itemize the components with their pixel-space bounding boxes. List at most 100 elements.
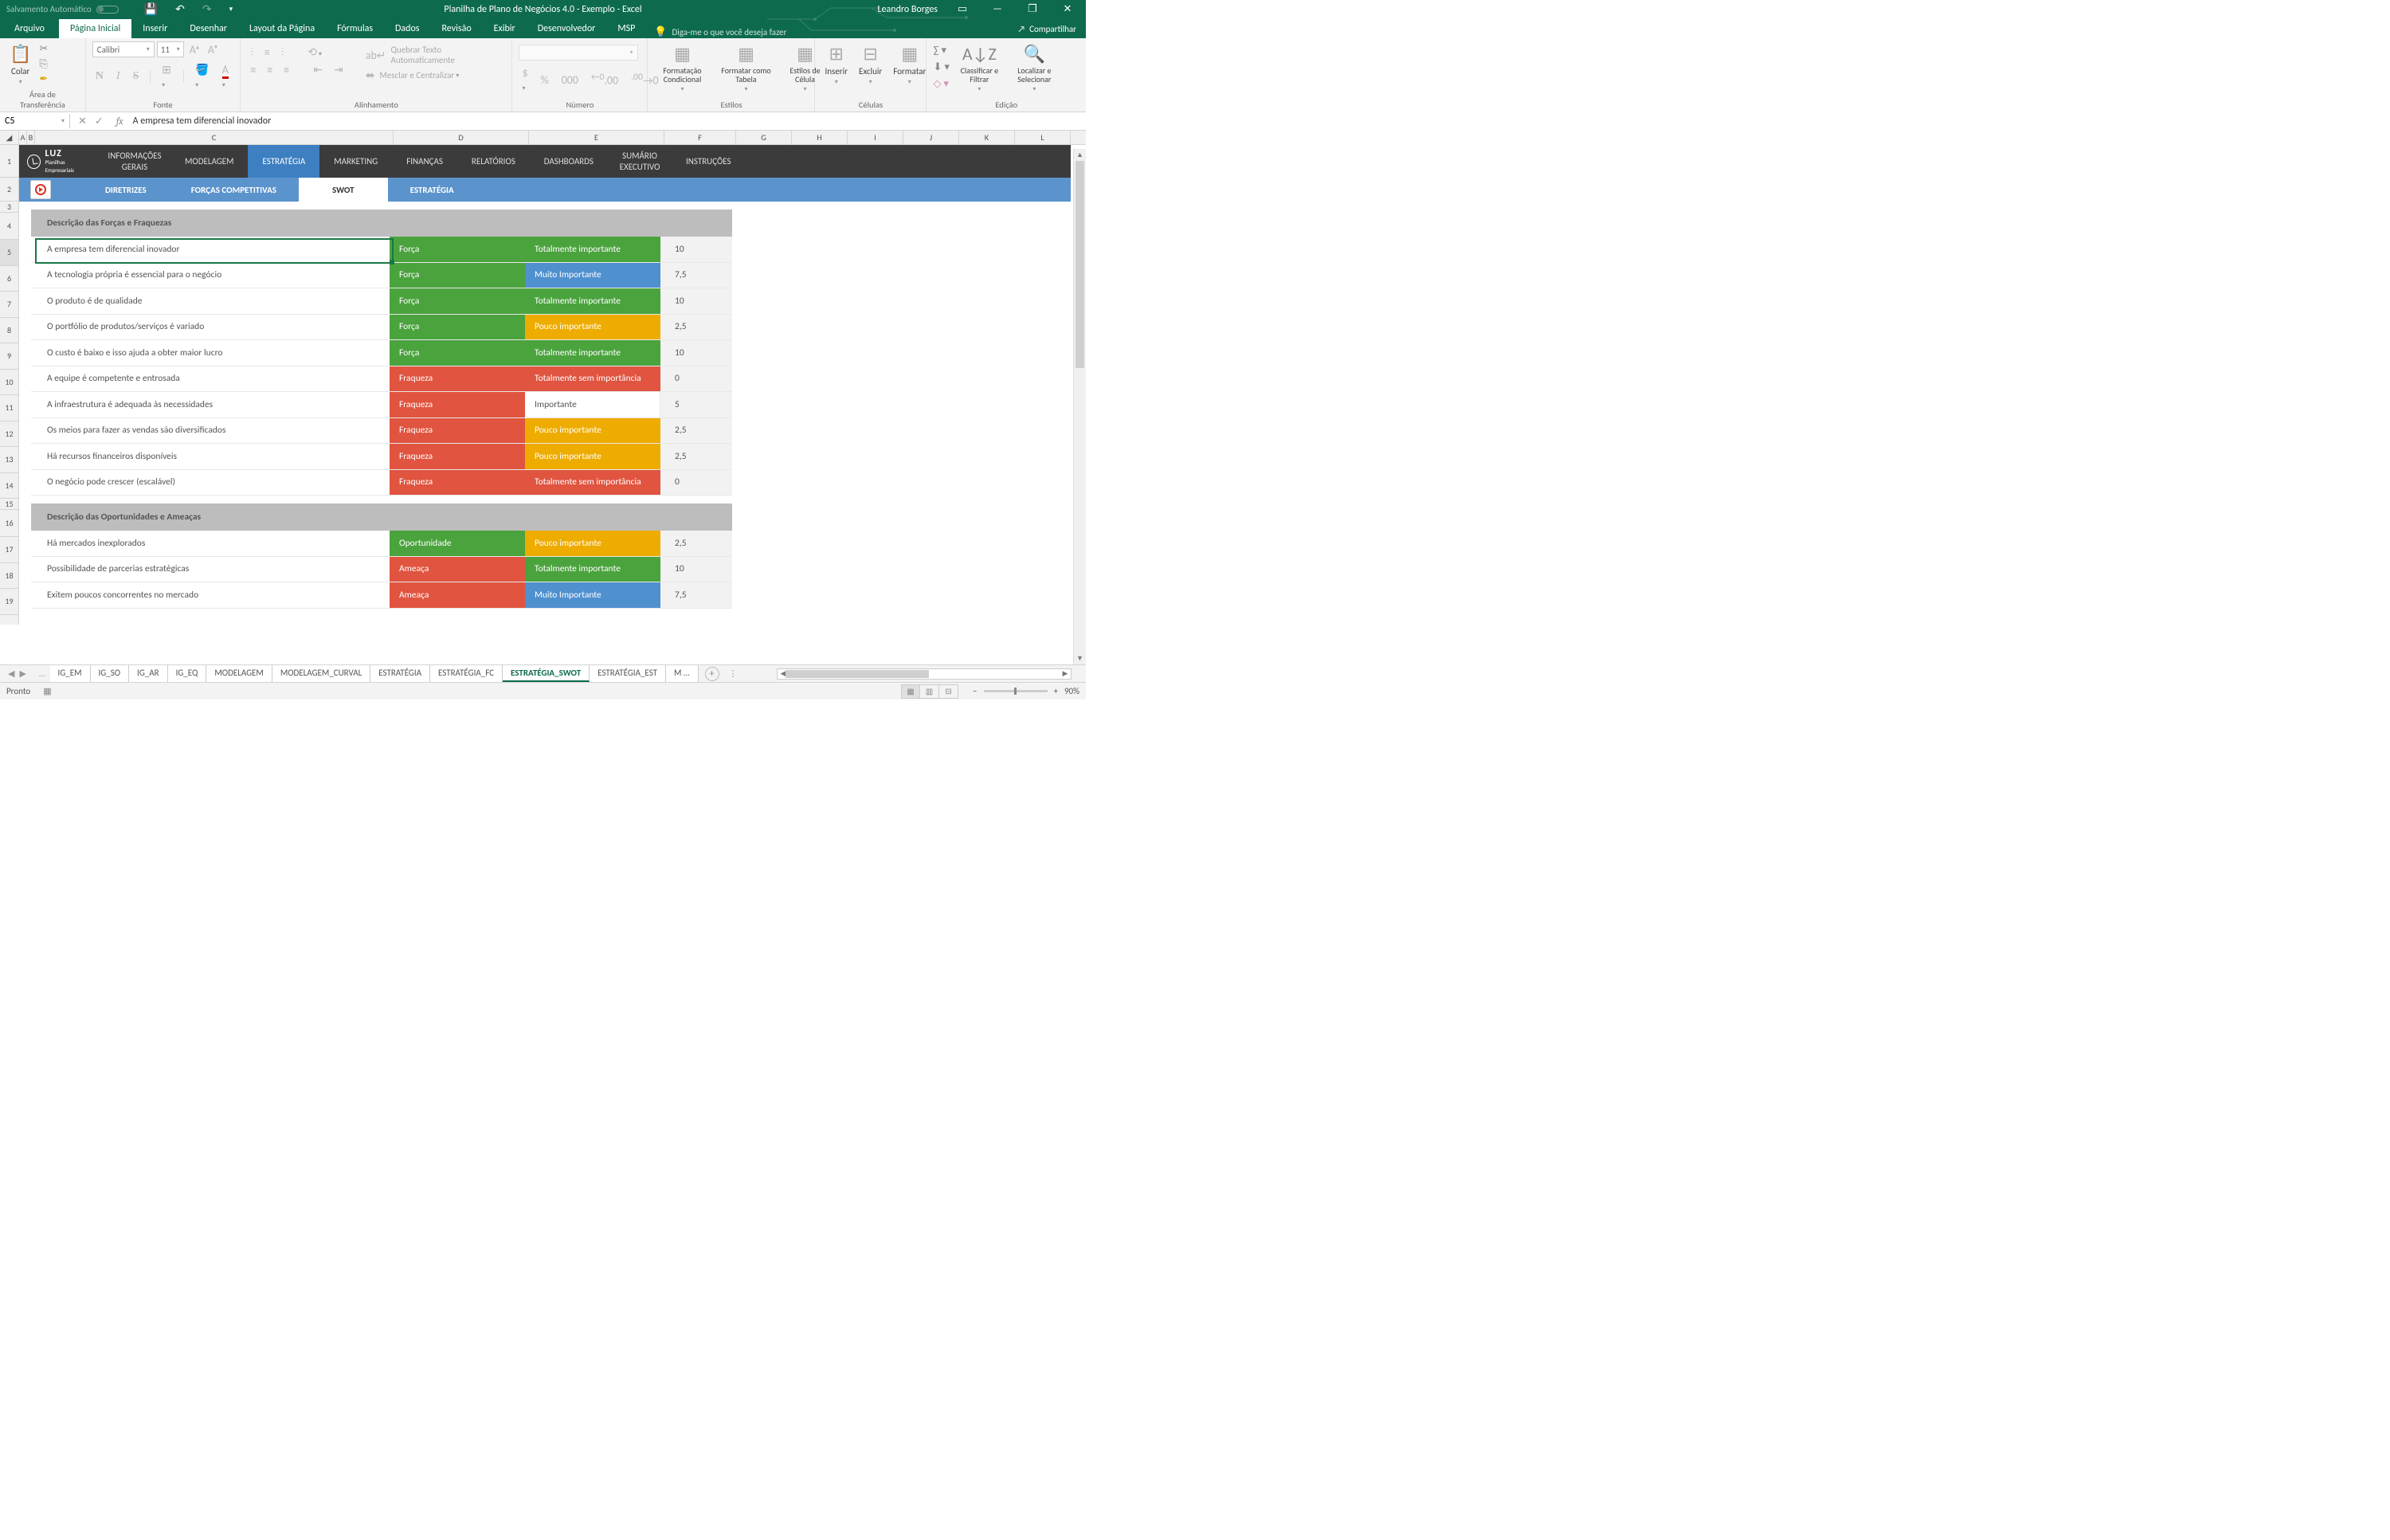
autosum-icon[interactable]: ∑ ▾ [933, 45, 949, 57]
swot-importance[interactable]: Pouco importante [525, 531, 660, 556]
swot-importance[interactable]: Totalmente sem importância [525, 366, 660, 392]
scroll-up-icon[interactable]: ▲ [1074, 149, 1086, 161]
zoom-slider[interactable] [984, 690, 1048, 692]
nav-informacoes-gerais[interactable]: INFORMAÇÕES GERAIS [99, 145, 170, 178]
subnav-estrategia[interactable]: ESTRATÉGIA [388, 178, 476, 202]
format-painter-icon[interactable]: ✒ [39, 73, 48, 85]
cancel-formula-icon[interactable]: ✕ [78, 116, 87, 127]
row-header[interactable]: 3 [0, 202, 18, 213]
subnav-swot[interactable]: SWOT [299, 178, 388, 202]
merge-center-button[interactable]: ⬌ Mesclar e Centralizar [362, 68, 506, 83]
play-tutorial-button[interactable] [30, 180, 51, 199]
swot-description[interactable]: O produto é de qualidade [31, 288, 390, 314]
sheet-tab[interactable]: MODELAGEM [206, 665, 272, 682]
sheet-tab[interactable]: IG_EM [50, 665, 91, 682]
sheet-tab[interactable]: IG_AR [129, 665, 168, 682]
sheet-tab[interactable]: IG_SO [91, 665, 130, 682]
swot-importance[interactable]: Totalmente importante [525, 557, 660, 582]
col-header[interactable]: I [848, 131, 903, 144]
swot-importance[interactable]: Totalmente importante [525, 237, 660, 262]
fill-color-icon[interactable]: 🪣 [192, 62, 213, 91]
decrease-indent-icon[interactable]: ⇤ [310, 62, 326, 77]
swot-importance[interactable]: Muito Importante [525, 582, 660, 608]
swot-row[interactable]: Há recursos financeiros disponíveisFraqu… [31, 444, 732, 470]
col-header[interactable]: A [19, 131, 27, 144]
redo-icon[interactable]: ↷ [202, 2, 212, 16]
swot-row[interactable]: A equipe é competente e entrosadaFraquez… [31, 366, 732, 393]
col-header[interactable]: J [903, 131, 959, 144]
swot-description[interactable]: Possibilidade de parcerias estratégicas [31, 557, 390, 582]
swot-type[interactable]: Força [390, 237, 525, 262]
row-header[interactable]: 1 [0, 145, 18, 178]
swot-importance[interactable]: Pouco importante [525, 315, 660, 340]
borders-icon[interactable]: ⊞ [159, 62, 175, 91]
underline-icon[interactable]: S [130, 69, 143, 84]
paste-button[interactable]: 📋 Colar ▾ [6, 41, 34, 88]
swot-row[interactable]: A infraestrutura é adequada às necessida… [31, 392, 732, 418]
swot-row[interactable]: O custo é baixo e isso ajuda a obter mai… [31, 340, 732, 366]
sort-filter-button[interactable]: A↓ZClassificar e Filtrar [954, 41, 1005, 95]
copy-icon[interactable]: ⎘ [39, 58, 48, 70]
zoom-out-icon[interactable]: − [973, 686, 977, 696]
swot-description[interactable]: Exitem poucos concorrentes no mercado [31, 582, 390, 608]
tab-data[interactable]: Dados [384, 19, 430, 38]
conditional-formatting-button[interactable]: ▦Formatação Condicional [654, 41, 710, 95]
accounting-format-icon[interactable]: $ [519, 65, 531, 94]
nav-instrucoes[interactable]: INSTRUÇÕES [672, 145, 746, 178]
swot-row[interactable]: A tecnologia própria é essencial para o … [31, 263, 732, 289]
tab-msp[interactable]: MSP [606, 19, 646, 38]
font-color-icon[interactable]: A [219, 62, 234, 91]
row-header[interactable]: 17 [0, 537, 18, 563]
row-header[interactable]: 10 [0, 370, 18, 396]
hscroll-thumb[interactable] [786, 670, 929, 678]
select-all-corner[interactable]: ◢ [0, 131, 18, 145]
row-header[interactable]: 19 [0, 589, 18, 615]
increase-indent-icon[interactable]: ⇥ [331, 62, 347, 77]
align-bottom-icon[interactable]: ⫶ [278, 45, 288, 60]
swot-type[interactable]: Ameaça [390, 582, 525, 608]
col-header[interactable]: K [959, 131, 1015, 144]
swot-row[interactable]: O portfólio de produtos/serviços é varia… [31, 315, 732, 341]
swot-description[interactable]: A empresa tem diferencial inovador [31, 237, 390, 262]
swot-type[interactable]: Força [390, 263, 525, 288]
row-header[interactable]: 16 [0, 510, 18, 537]
row-header[interactable]: 8 [0, 318, 18, 344]
switch-icon[interactable] [96, 6, 119, 14]
swot-description[interactable]: Os meios para fazer as vendas são divers… [31, 418, 390, 444]
col-header[interactable]: E [529, 131, 664, 144]
swot-description[interactable]: A tecnologia própria é essencial para o … [31, 263, 390, 288]
nav-marketing[interactable]: MARKETING [319, 145, 392, 178]
sheet-tab[interactable]: ESTRATÉGIA_SWOT [503, 665, 590, 682]
swot-importance[interactable]: Totalmente importante [525, 340, 660, 366]
swot-importance[interactable]: Totalmente sem importância [525, 470, 660, 496]
autosave-toggle[interactable]: Salvamento Automático [0, 4, 125, 14]
row-header[interactable]: 13 [0, 447, 18, 473]
orientation-icon[interactable]: ⟲ [304, 45, 325, 60]
row-header[interactable]: 5 [0, 240, 18, 266]
fx-icon[interactable]: fx [112, 116, 128, 127]
nav-estrategia[interactable]: ESTRATÉGIA [248, 145, 319, 178]
row-header[interactable]: 2 [0, 178, 18, 202]
next-sheet-icon[interactable]: ▶ [19, 668, 25, 679]
swot-row[interactable]: O produto é de qualidadeForçaTotalmente … [31, 288, 732, 315]
tab-formulas[interactable]: Fórmulas [326, 19, 384, 38]
swot-description[interactable]: O custo é baixo e isso ajuda a obter mai… [31, 340, 390, 366]
horizontal-scrollbar[interactable]: ◀ ▶ [777, 668, 1072, 680]
font-name-select[interactable]: Calibri▾ [92, 41, 155, 57]
tab-developer[interactable]: Desenvolvedor [527, 19, 607, 38]
col-header[interactable]: F [664, 131, 736, 144]
page-layout-view-icon[interactable]: ▥ [920, 684, 939, 699]
col-header[interactable]: L [1015, 131, 1071, 144]
swot-type[interactable]: Força [390, 340, 525, 366]
row-header[interactable]: 9 [0, 343, 18, 370]
row-header[interactable]: 14 [0, 473, 18, 500]
swot-importance[interactable]: Importante [525, 392, 660, 417]
nav-financas[interactable]: FINANÇAS [392, 145, 457, 178]
bold-icon[interactable]: N [92, 69, 107, 84]
vertical-scrollbar[interactable]: ▲ ▼ [1073, 149, 1086, 664]
font-size-select[interactable]: 11▾ [157, 41, 184, 57]
percent-format-icon[interactable]: % [538, 72, 552, 88]
swot-description[interactable]: A equipe é competente e entrosada [31, 366, 390, 392]
delete-cells-button[interactable]: ⊟Excluir [856, 41, 885, 88]
swot-description[interactable]: Há recursos financeiros disponíveis [31, 444, 390, 469]
